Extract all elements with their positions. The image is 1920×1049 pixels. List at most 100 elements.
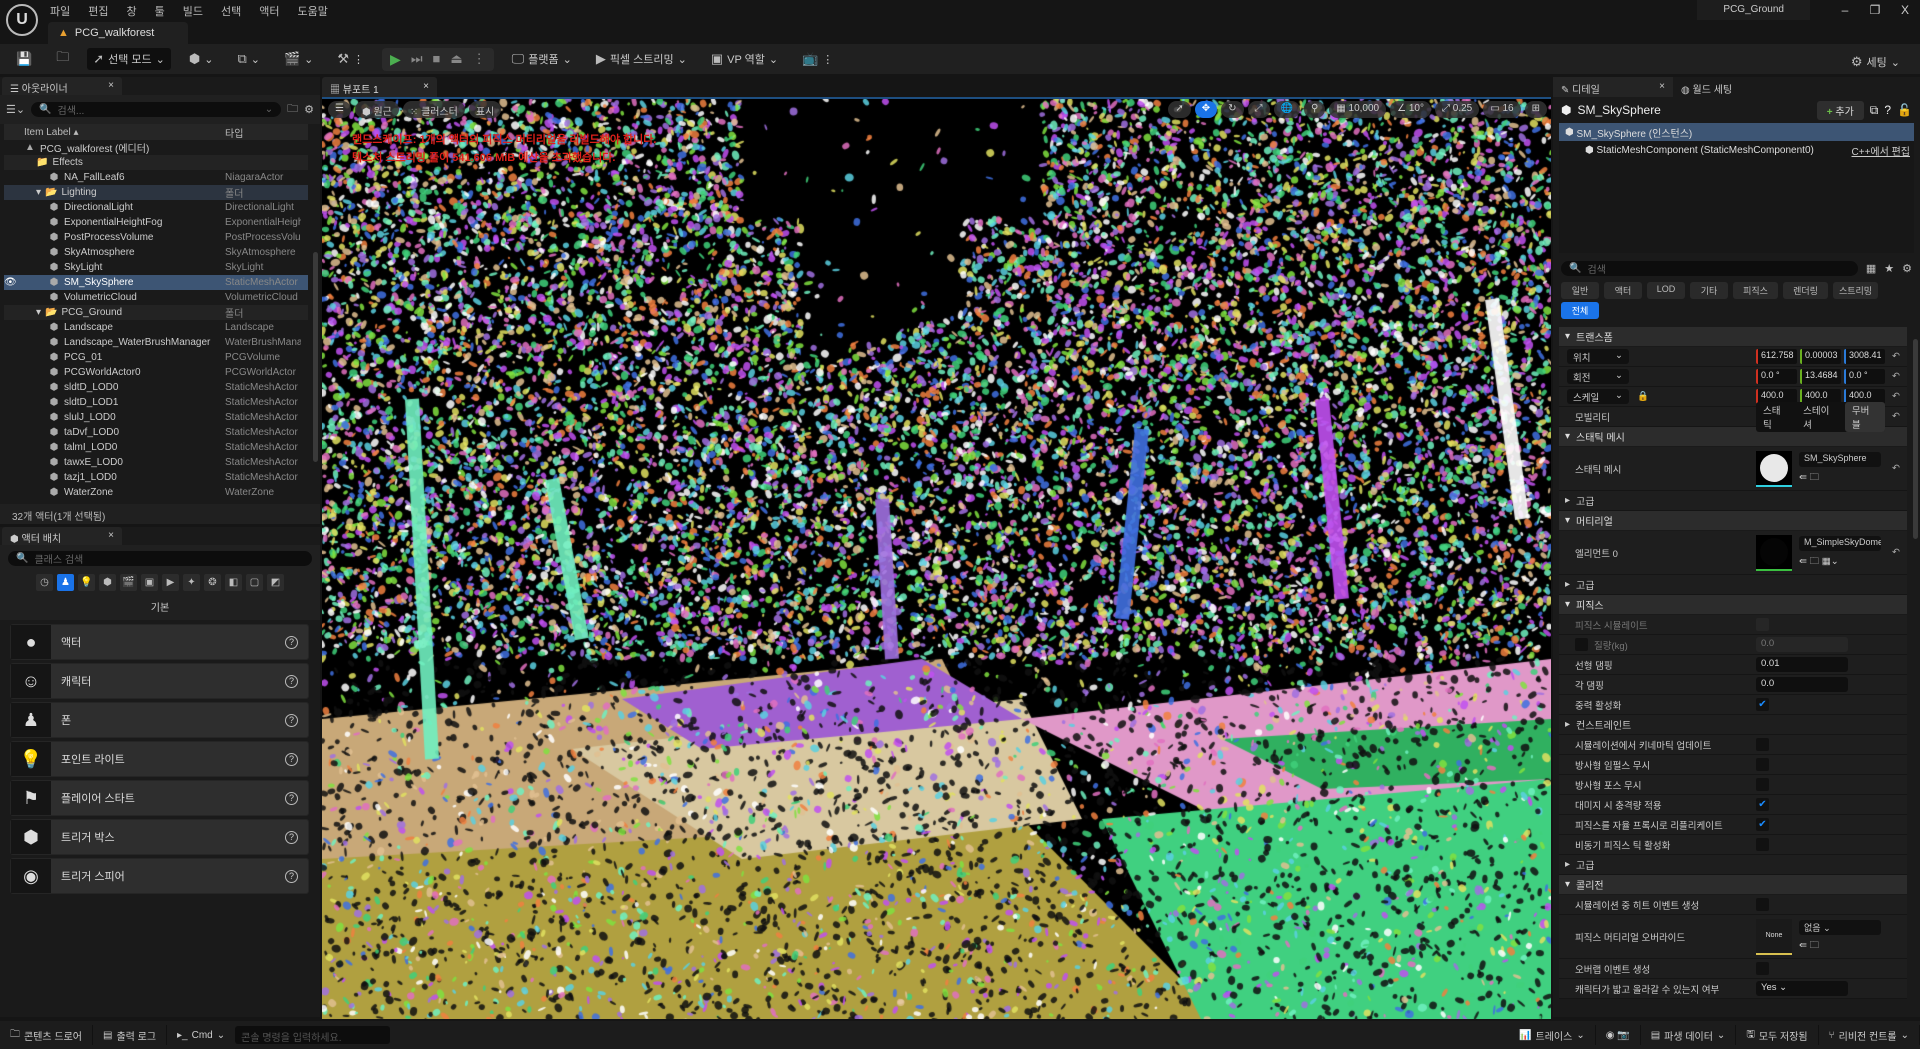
constraints-expander[interactable]: ▸ 컨스트레인트 [1559,715,1907,735]
lights-icon[interactable]: 💡 [78,574,95,591]
play-icon[interactable]: ▶ [390,51,401,68]
volumes-icon[interactable]: ✦ [183,574,200,591]
section-physics[interactable]: ▾ 피직스 [1559,595,1907,615]
filter-button[interactable]: 기타 [1690,282,1728,299]
outliner-row[interactable]: ⬢ Landscape Landscape [4,320,308,335]
phys-material-thumbnail[interactable]: None [1756,918,1792,955]
place-actor-item[interactable]: ☺ 캐릭터? [10,663,309,699]
layout-icon[interactable]: ⊞ [1524,101,1547,118]
enable-gravity-checkbox[interactable]: ✔ [1756,698,1769,711]
angular-damping-input[interactable]: 0.0 [1756,677,1848,692]
menu-item[interactable]: 툴 [155,3,165,19]
camera-speed-button[interactable]: ▭ 16 [1483,101,1521,118]
perspective-button[interactable]: ⬢ 원근 [354,101,399,118]
reel-icon[interactable]: ❂ [204,574,221,591]
ignore-force-checkbox[interactable] [1756,778,1769,791]
outliner-row[interactable]: ⬢ sldtD_LOD1 StaticMeshActor [4,395,308,410]
tab-viewport[interactable]: ▦ 뷰포트 1 × [322,77,437,97]
scale-tool-icon[interactable]: ⤢ [1247,101,1270,118]
location-y[interactable]: 0.00003 [1800,349,1841,364]
outliner-row[interactable]: ⬢ talmI_LOD0 StaticMeshActor [4,440,308,455]
place-actor-item[interactable]: ◉ 트리거 스피어? [10,858,309,894]
outliner-row[interactable]: ⬢ Landscape_WaterBrushManager WaterBrushMa… [4,335,308,350]
section-materials[interactable]: ▾ 머티리얼 [1559,511,1907,531]
close-tab-icon[interactable]: × [108,80,114,92]
gear-icon[interactable]: ⚙ [304,103,314,116]
advanced-expander[interactable]: ▸ 고급 [1559,575,1907,595]
play-options-icon[interactable]: ⋮ [473,51,486,68]
outliner-row[interactable]: ⬢ PCG_01 PCGVolume [4,350,308,365]
replicate-physics-checkbox[interactable]: ✔ [1756,818,1769,831]
phys-material-picker[interactable]: 없음 ⌄ [1799,919,1881,935]
select-mode-button[interactable]: ➚ 선택 모드 ⌄ [87,48,171,70]
viewport-render[interactable] [322,99,1551,1019]
revision-control-button[interactable]: ⑂ 리비전 컨트롤 ⌄ [1819,1025,1920,1045]
mobility-stationary[interactable]: 스테이셔 [1796,402,1845,432]
rotation-z[interactable]: 0.0 ° [1844,369,1885,384]
recent-icon[interactable]: ◷ [36,574,53,591]
outliner-search-input[interactable]: 🔍 검색... ⌄ [31,102,282,117]
cinematic-icon[interactable]: 🎬 [120,574,137,591]
reset-icon[interactable]: ↶ [1885,351,1907,362]
menu-item[interactable]: 빌드 [183,3,203,19]
save-icon[interactable]: 💾 [10,48,38,70]
reset-icon[interactable]: ↶ [1885,547,1907,558]
impulse-on-damage-checkbox[interactable]: ✔ [1756,798,1769,811]
shapes-icon[interactable]: ⬢ [99,574,116,591]
viewport-menu-button[interactable]: ☰ [328,101,351,118]
outliner-row[interactable]: ▲ PCG_walkforest (에디터) [4,140,308,155]
advanced-expander[interactable]: ▸ 고급 [1559,491,1907,511]
platform-button[interactable]: 🖵 플랫폼 ⌄ [506,48,578,70]
place-actor-item[interactable]: ⬢ 트리거 박스? [10,819,309,855]
outliner-row[interactable]: ⬢ PCGWorldActor0 PCGWorldActor [4,365,308,380]
filter-button[interactable]: LOD [1647,282,1685,299]
minimize-button[interactable]: – [1830,3,1860,17]
add-actor-button[interactable]: ⬢ ⌄ [183,48,220,70]
location-x[interactable]: 612.758 [1756,349,1797,364]
rotation-x[interactable]: 0.0 ° [1756,369,1797,384]
expand-arrow-icon[interactable]: ▾ [36,307,41,318]
media-icon[interactable]: ▶ [162,574,179,591]
location-z[interactable]: 3008.41 [1844,349,1885,364]
record-icon[interactable]: ◉ 📷 [1596,1025,1641,1045]
mass-input[interactable]: 0.0 [1756,637,1848,652]
cmd-dropdown[interactable]: ▸_ Cmd ⌄ [167,1025,235,1045]
pixel-streaming-button[interactable]: ▶ 픽셀 스트리밍 ⌄ [590,48,693,70]
outliner-row[interactable]: ⬢ WaterZone WaterZone [4,485,308,500]
help-icon[interactable]: ? [285,635,298,649]
visual-effects-icon[interactable]: ▣ [141,574,158,591]
show-button[interactable]: 표시 [468,101,502,118]
outliner-row[interactable]: 👁 ⬢ SM_SkySphere StaticMeshActor [4,275,308,290]
edit-in-cpp-link[interactable]: C++에서 편집 [1852,143,1914,158]
menu-item[interactable]: 액터 [259,3,279,19]
reset-icon[interactable]: ↶ [1885,391,1907,402]
lock-icon[interactable]: 🔓 [1897,103,1912,117]
tab-outliner[interactable]: ☰ 아웃라이너 × [2,77,122,95]
build-button[interactable]: ⚒ ⋮ [331,48,370,70]
filter-button[interactable]: 렌더링 [1783,282,1828,299]
class-search-input[interactable]: 🔍 클래스 검색 [8,551,312,566]
menu-item[interactable]: 창 [127,3,137,19]
help-icon[interactable]: ? [285,674,298,688]
use-selected-icon[interactable]: ⇚ [1799,940,1807,951]
outliner-row[interactable]: ▾ 📂 PCG_Ground 폴더 [4,305,308,320]
save-all-button[interactable]: 🖫 모두 저장됨 [1736,1025,1819,1045]
use-selected-icon[interactable]: ⇚ [1799,472,1807,483]
kinematic-checkbox[interactable] [1756,738,1769,751]
menu-item[interactable]: 도움말 [298,3,328,19]
browse-asset-icon[interactable]: 🗀 [1810,472,1820,483]
translate-tool-icon[interactable]: ✥ [1194,101,1218,118]
stop-icon[interactable]: ■ [433,51,441,68]
advanced-expander[interactable]: ▸ 고급 [1559,855,1907,875]
visibility-icon[interactable]: 👁 [4,277,44,288]
tab-world-settings[interactable]: ◍ 월드 세팅 [1673,77,1793,97]
filter-icon[interactable]: ☰⌄ [6,103,25,116]
help-icon[interactable]: ? [285,791,298,805]
console-input[interactable]: 콘솔 명령을 입력하세요. [235,1026,391,1044]
filter-button[interactable]: 전체 [1561,302,1599,319]
select-tool-icon[interactable]: ➚ [1168,101,1191,118]
table-icon[interactable]: ▦ [1866,262,1876,275]
place-actor-item[interactable]: 💡 포인트 라이트? [10,741,309,777]
ignore-impulse-checkbox[interactable] [1756,758,1769,771]
scale-dropdown[interactable]: 스케일 ⌄ [1567,389,1629,404]
